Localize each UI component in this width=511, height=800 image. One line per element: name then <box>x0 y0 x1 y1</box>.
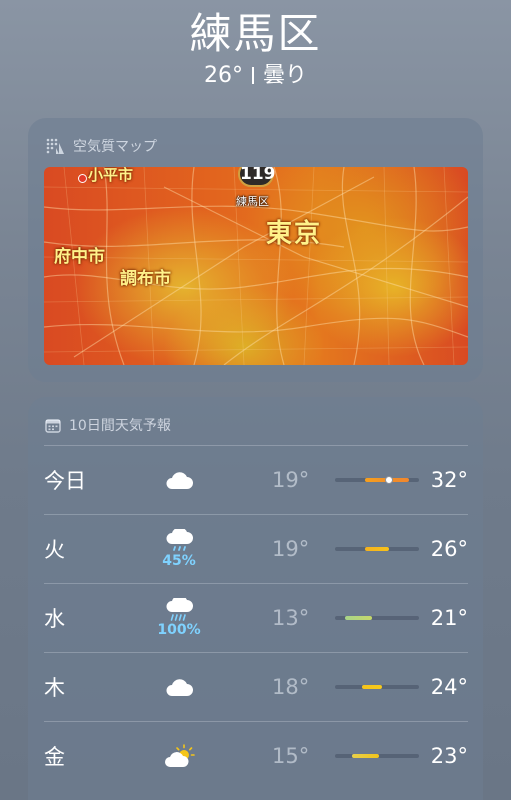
forecast-title: 10日間天気予報 <box>69 418 171 434</box>
temperature-range-fill <box>361 685 383 689</box>
forecast-row[interactable]: 水 100% 13° 21° <box>44 583 468 652</box>
air-quality-icon <box>46 138 64 154</box>
forecast-row[interactable]: 木 18° 24° <box>44 652 468 721</box>
forecast-row[interactable]: 火 45% 19° 26° <box>44 514 468 583</box>
forecast-day: 火 <box>44 538 65 562</box>
forecast-day: 今日 <box>44 469 86 493</box>
ten-day-forecast-card: 10日間天気予報 今日 19° 32° 火 45% 19° 26° 水 100%… <box>28 397 483 800</box>
forecast-card-header: 10日間天気予報 <box>28 397 483 437</box>
forecast-low: 19° <box>272 537 310 561</box>
cloud-sun-icon <box>156 744 202 768</box>
forecast-day: 水 <box>44 607 65 631</box>
city-name: 練馬区 <box>189 9 322 58</box>
current-conditions: 26° 曇り <box>0 62 511 90</box>
cloud-heavy-rain-icon: 100% <box>156 598 202 638</box>
map-label-chofu: 調布市 <box>120 269 171 289</box>
air-quality-title: 空気質マップ <box>73 139 157 155</box>
aqi-pin[interactable]: 119 <box>238 167 276 187</box>
aqi-pin-location: 練馬区 <box>236 195 269 208</box>
temperature-range-bar <box>335 476 419 484</box>
air-quality-card-header: 空気質マップ <box>28 118 483 158</box>
forecast-high: 26° <box>430 537 468 561</box>
location-header: 練馬区 26° 曇り <box>0 0 511 90</box>
temperature-range-bar <box>335 547 419 551</box>
air-quality-map[interactable]: 小平市 府中市 調布市 東京 119 練馬区 <box>44 167 468 365</box>
forecast-row[interactable]: 金 15° 23° <box>44 721 468 790</box>
cloud-icon <box>156 470 202 490</box>
forecast-day: 金 <box>44 745 65 769</box>
temperature-range-bar <box>335 754 419 758</box>
cloud-icon <box>156 677 202 697</box>
temperature-range-fill <box>351 754 379 758</box>
forecast-high: 23° <box>430 744 468 768</box>
precipitation-chance: 45% <box>162 553 196 569</box>
cloud-rain-icon: 45% <box>156 529 202 569</box>
temperature-range-fill <box>345 616 372 620</box>
map-label-tokyo: 東京 <box>266 219 323 249</box>
map-label-kodaira: 小平市 <box>88 167 134 184</box>
forecast-high: 21° <box>430 606 468 630</box>
forecast-high: 24° <box>430 675 468 699</box>
temperature-range-fill <box>365 547 389 551</box>
temperature-range-bar <box>335 616 419 620</box>
forecast-low: 19° <box>272 468 310 492</box>
forecast-day: 木 <box>44 676 65 700</box>
forecast-low: 18° <box>272 675 310 699</box>
calendar-icon <box>45 418 61 433</box>
forecast-low: 13° <box>272 606 310 630</box>
map-label-fuchu: 府中市 <box>54 247 105 267</box>
air-quality-map-card[interactable]: 空気質マップ 小平市 府中市 調布市 東京 119 練馬区 <box>28 118 483 382</box>
current-temperature: 26° <box>203 63 243 88</box>
current-temperature-marker <box>384 476 393 484</box>
forecast-row[interactable]: 今日 19° 32° <box>44 445 468 514</box>
kodaira-marker <box>78 174 87 183</box>
forecast-high: 32° <box>430 468 468 492</box>
separator <box>251 67 254 84</box>
forecast-low: 15° <box>272 744 310 768</box>
temperature-range-bar <box>335 685 419 689</box>
precipitation-chance: 100% <box>157 622 201 638</box>
current-condition: 曇り <box>262 63 307 88</box>
